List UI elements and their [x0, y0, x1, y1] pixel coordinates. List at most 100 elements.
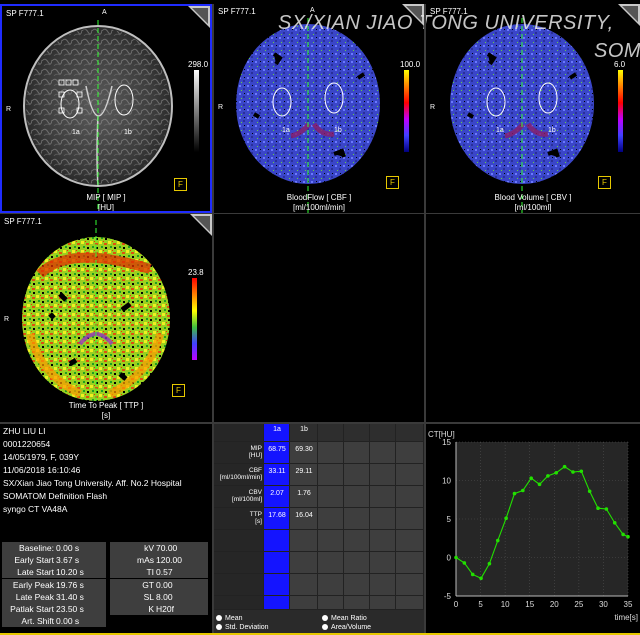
- table-cell: [370, 464, 396, 486]
- row-label-name: CBV: [248, 489, 262, 496]
- viewport-unit: [ml/100ml/min]: [292, 203, 345, 212]
- viewport-ttp[interactable]: SP F777.1 R 23.8 F Time To Peak [ TTP ] …: [0, 214, 212, 422]
- study-date: 11/06/2018 16:10:46: [3, 465, 81, 475]
- time-density-curve-panel[interactable]: -5 0 5 10 15 0 5 10 15 20 25 30 35 CT[HU] time[s]: [426, 424, 640, 635]
- x-tick-label: 10: [501, 600, 510, 609]
- x-tick-label: 30: [599, 600, 608, 609]
- table-cell: [318, 464, 344, 486]
- acq-param-row: kV 70.00: [110, 542, 208, 554]
- table-cell: [396, 530, 424, 552]
- acq-param-value: 120.00: [156, 555, 182, 566]
- table-cell: [318, 424, 344, 442]
- table-value: 33.11: [268, 468, 286, 475]
- data-point: [579, 469, 584, 474]
- radio-dot-icon: [322, 615, 328, 622]
- viewport-cbv[interactable]: SP F777.1 R 1a 1b 6.0 F Blood Volume [ C…: [426, 4, 640, 213]
- f-frame-icon[interactable]: F: [598, 176, 611, 189]
- roi-label-1a: 1a: [72, 129, 80, 136]
- legend-std-deviation[interactable]: Std. Deviation: [216, 624, 269, 631]
- viewport-title: MIP [ MIP ]: [86, 193, 126, 202]
- table-cell: [396, 574, 424, 596]
- data-point: [529, 476, 533, 480]
- legend-area-volume[interactable]: Area/Volume: [322, 624, 371, 631]
- table-cell: [318, 486, 344, 508]
- x-tick-label: 25: [574, 600, 583, 609]
- acq-param-row: TI 0.57: [110, 566, 208, 579]
- table-cell: [344, 596, 370, 610]
- timing-param-label: Baseline:: [19, 543, 54, 553]
- scale-max-label: 23.8: [188, 268, 204, 277]
- timing-param-row: Late Peak 31.40 s: [2, 590, 106, 603]
- viewport-empty-2[interactable]: [426, 214, 640, 422]
- data-point: [454, 555, 458, 560]
- table-value: 16.04: [295, 512, 313, 519]
- y-axis-label: CT[HU]: [428, 430, 455, 439]
- table-cell: [344, 424, 370, 442]
- table-cell: [318, 508, 344, 530]
- data-point: [612, 521, 617, 525]
- roi-label-1b: 1b: [334, 127, 342, 134]
- x-tick-label: 35: [624, 600, 633, 609]
- software-version: syngo CT VA48A: [3, 504, 68, 514]
- roi-label-1a: 1a: [496, 127, 504, 134]
- table-cell: [370, 508, 396, 530]
- row-label-name: CBF: [249, 467, 262, 474]
- watermark-line2: SOM: [594, 40, 640, 62]
- column-header-1a[interactable]: 1a: [264, 426, 290, 433]
- table-value: 68.75: [268, 446, 286, 453]
- table-cell: [290, 574, 318, 596]
- data-point: [562, 464, 567, 469]
- acq-param-label: kV: [144, 543, 154, 553]
- data-point: [479, 576, 483, 581]
- radio-dot-icon: [216, 624, 222, 631]
- table-cell: [290, 530, 318, 552]
- table-cell: [264, 574, 290, 596]
- data-point: [462, 561, 467, 565]
- column-header-1b[interactable]: 1b: [290, 426, 318, 433]
- timing-param-label: Early Peak: [12, 579, 54, 590]
- x-tick-label: 20: [550, 600, 559, 609]
- data-point: [571, 470, 575, 474]
- legend-mean-ratio[interactable]: Mean Ratio: [322, 615, 367, 622]
- acq-param-row: K H20f: [110, 603, 208, 615]
- y-tick-label: 5: [447, 515, 452, 524]
- timing-param-value: 31.40 s: [56, 591, 84, 602]
- table-cell: [264, 596, 290, 610]
- f-frame-icon[interactable]: F: [386, 176, 399, 189]
- table-cell: [318, 530, 344, 552]
- viewport-mip[interactable]: SP F777.1 A R 1a 1b 298.0 F MIP [ MIP ] …: [0, 4, 212, 213]
- table-cell: [344, 530, 370, 552]
- row-label: CBV [ml/100ml]: [214, 489, 262, 503]
- data-point: [504, 516, 508, 521]
- legend-mean[interactable]: Mean: [216, 615, 243, 622]
- acq-param-row: mAs 120.00: [110, 554, 208, 567]
- acq-param-value: 0.00: [156, 579, 173, 590]
- data-point: [587, 489, 592, 494]
- table-cell: [318, 552, 344, 574]
- roi-label-1a: 1a: [282, 127, 290, 134]
- table-cell: [370, 486, 396, 508]
- timing-param-label: Late Start: [17, 567, 54, 578]
- y-tick-label: -5: [444, 592, 452, 601]
- row-label: MIP [HU]: [214, 445, 262, 459]
- row-label-unit: [ml/100ml]: [232, 496, 262, 503]
- patient-name: ZHU LIU LI: [3, 426, 46, 436]
- data-point: [604, 507, 609, 511]
- viewport-empty-1[interactable]: [214, 214, 424, 422]
- table-cell: [214, 596, 264, 610]
- acq-param-value: H20f: [156, 604, 174, 614]
- f-frame-icon[interactable]: F: [172, 384, 185, 397]
- patient-dob: 14/05/1979, F, 039Y: [3, 452, 80, 462]
- time-density-chart[interactable]: -50510150 5 10 15 20 25 30 35CT[HU]time[s]: [426, 424, 640, 635]
- acq-param-row: SL 8.00: [110, 590, 208, 603]
- plot-area: [456, 442, 628, 596]
- table-cell: [344, 508, 370, 530]
- table-cell: [370, 552, 396, 574]
- table-cell: [370, 574, 396, 596]
- viewport-cbf[interactable]: SP F777.1 A R 1a 1b 100.0 F BloodFlow [ …: [214, 4, 424, 213]
- viewport-unit: [ml/100ml]: [514, 203, 552, 212]
- acq-param-value: 70.00: [156, 543, 178, 553]
- scale-max-label: 298.0: [188, 60, 209, 69]
- timing-param-label: Late Peak: [15, 591, 54, 602]
- f-frame-icon[interactable]: F: [174, 178, 187, 191]
